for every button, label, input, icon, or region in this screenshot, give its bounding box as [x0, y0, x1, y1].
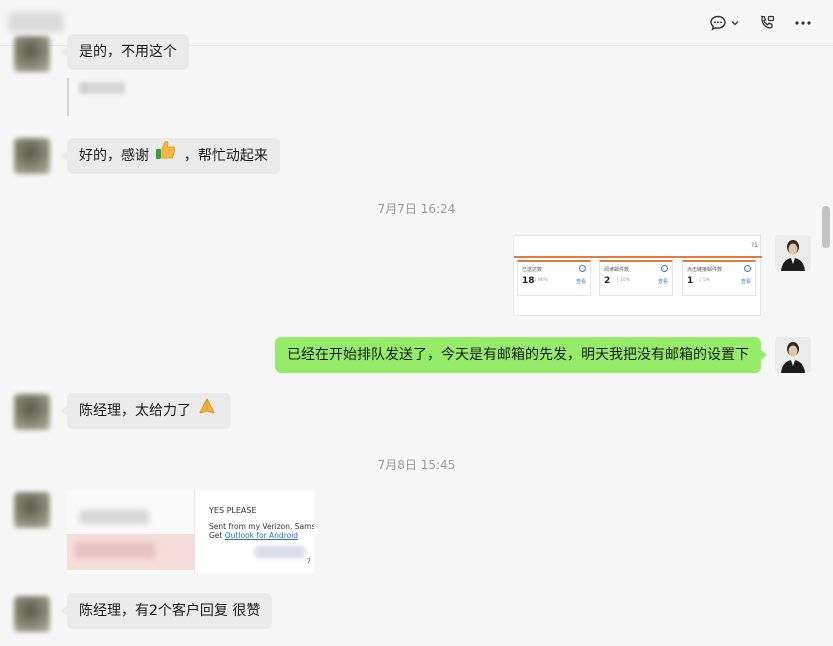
- image-message-stats[interactable]: ?1 已送达数 18 | 90% 查看 阅读邮件数 2 | 10% 查看 点击链…: [513, 235, 762, 316]
- email-signature-line: Get Outlook for Android: [209, 531, 298, 540]
- avatar-self[interactable]: [775, 235, 811, 271]
- stat-percent: | 90%: [535, 278, 548, 283]
- info-icon: [744, 265, 751, 272]
- more-dots-svg: [795, 21, 811, 25]
- thumbs-up-icon: [155, 138, 177, 174]
- message-text: 陈经理，有2个客户回复 很赞: [79, 603, 261, 619]
- avatar[interactable]: [14, 596, 50, 632]
- email-body-text: YES PLEASE: [209, 506, 257, 515]
- chat-bubble-svg: [709, 15, 726, 31]
- stat-percent: | 5%: [700, 278, 711, 283]
- praying-hands-icon: [197, 393, 217, 429]
- more-icon[interactable]: [792, 12, 814, 34]
- info-icon: [661, 265, 668, 272]
- get-prefix: Get: [209, 531, 225, 540]
- stat-link: 查看: [740, 279, 751, 285]
- stat-link: 查看: [575, 279, 586, 285]
- stat-link: 查看: [657, 279, 668, 285]
- avatar[interactable]: [14, 36, 50, 72]
- avatar-self[interactable]: [775, 337, 811, 373]
- stat-percent: | 10%: [617, 278, 630, 283]
- chevron-down-icon[interactable]: [730, 18, 740, 28]
- stat-box: 点击链接邮件数 1 | 5% 查看: [682, 260, 756, 296]
- message-text: 好的，感谢: [79, 148, 149, 164]
- quoted-message[interactable]: [67, 78, 177, 116]
- message-bubble-incoming[interactable]: 陈经理，有2个客户回复 很赞: [60, 593, 273, 629]
- email-footer-number: 7: [307, 558, 311, 565]
- message-bubble-incoming[interactable]: 好的，感谢 ，帮忙动起来: [61, 138, 280, 174]
- stat-number: 18: [522, 276, 535, 286]
- avatar[interactable]: [14, 394, 50, 430]
- quote-redacted-text: [79, 82, 125, 94]
- info-icon: [579, 265, 586, 272]
- card-corner-text: ?1: [750, 242, 758, 249]
- stat-label: 阅读邮件数: [604, 267, 630, 273]
- card-accent-bar: [514, 256, 762, 258]
- message-text: 已经在开始排队发送了，今天是有邮箱的先发，明天我把没有邮箱的设置下: [287, 347, 749, 363]
- redacted-block: [79, 510, 149, 524]
- message-text: 是的，不用这个: [79, 44, 177, 60]
- outlook-link: Outlook for Android: [224, 531, 299, 540]
- stat-label: 点击链接邮件数: [687, 267, 723, 273]
- image-message-email[interactable]: YES PLEASE Sent from my Verizon, Samsung…: [67, 490, 314, 573]
- email-reading-panel: YES PLEASE Sent from my Verizon, Samsung…: [199, 490, 314, 573]
- message-text: 陈经理，太给力了: [79, 403, 191, 419]
- stat-number: 1: [687, 276, 694, 286]
- message-bubble-incoming[interactable]: 是的，不用这个: [61, 34, 189, 70]
- avatar[interactable]: [14, 138, 50, 174]
- avatar[interactable]: [14, 492, 50, 528]
- email-signature: Sent from my Verizon, Samsung: [209, 522, 314, 531]
- chat-title-redacted[interactable]: [8, 12, 64, 32]
- phone-video-svg: [760, 15, 775, 29]
- person-avatar-icon: [775, 235, 811, 271]
- message-text: ，帮忙动起来: [183, 148, 268, 164]
- stat-box: 阅读邮件数 2 | 10% 查看: [599, 260, 673, 296]
- redacted-block: [75, 542, 155, 558]
- redacted-block: [255, 546, 305, 558]
- stat-box: 已送达数 18 | 90% 查看: [517, 260, 591, 296]
- timestamp: 7月8日 15:45: [377, 458, 456, 472]
- chat-bubble-icon[interactable]: [706, 12, 742, 34]
- email-list-panel: [67, 490, 195, 573]
- timestamp: 7月7日 16:24: [377, 202, 456, 216]
- stat-number: 2: [604, 276, 611, 286]
- message-bubble-incoming[interactable]: 陈经理，太给力了: [60, 393, 232, 429]
- stat-label: 已送达数: [522, 267, 543, 273]
- video-call-icon[interactable]: [756, 12, 778, 34]
- message-bubble-outgoing[interactable]: 已经在开始排队发送了，今天是有邮箱的先发，明天我把没有邮箱的设置下: [275, 337, 767, 373]
- person-avatar-icon: [775, 337, 811, 373]
